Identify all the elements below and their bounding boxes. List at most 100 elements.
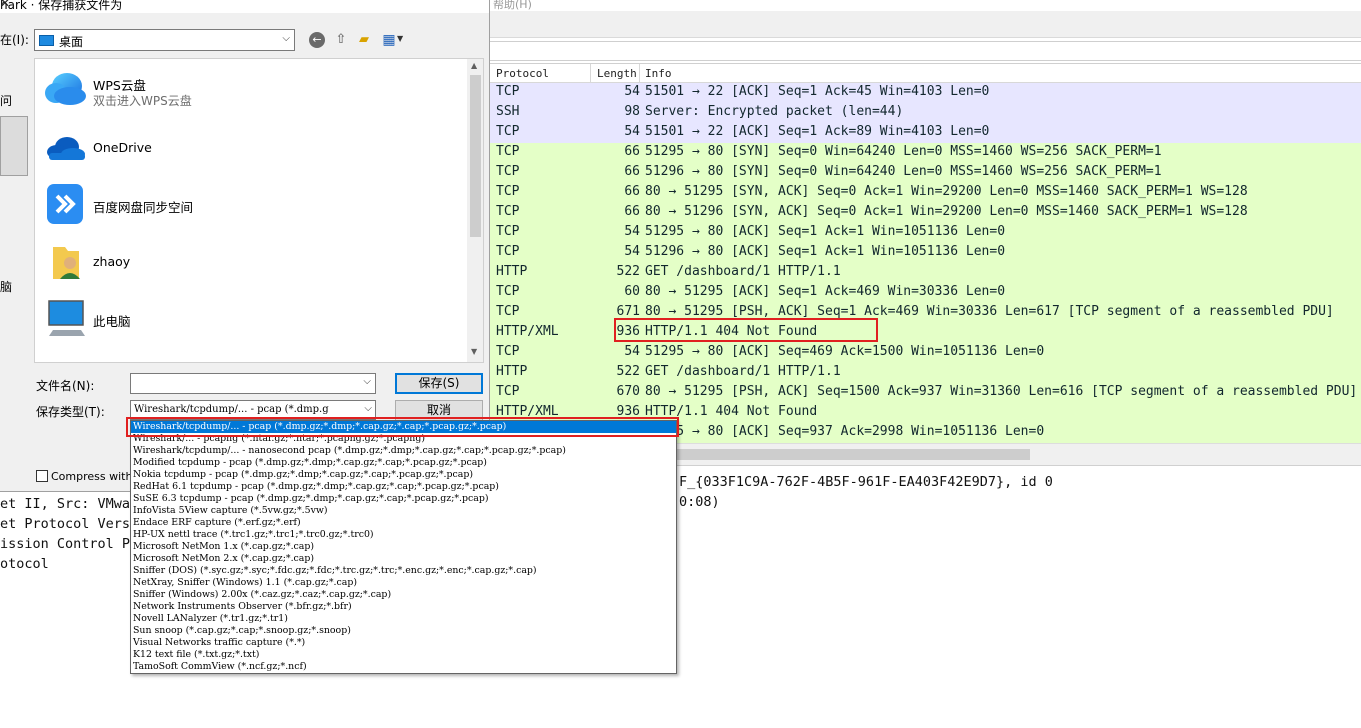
cancel-button[interactable]: 取消 (395, 400, 483, 421)
detail-ethernet[interactable]: et II, Src: VMwa (0, 496, 130, 512)
scroll-down-icon[interactable]: ▼ (471, 347, 477, 356)
column-protocol[interactable]: Protocol (496, 67, 549, 80)
filetype-option[interactable]: Sniffer (DOS) (*.syc.gz;*.syc;*.fdc.gz;*… (131, 565, 676, 577)
save-in-combo[interactable]: 桌面 ⌵ (34, 29, 295, 51)
packet-row[interactable]: TCP 54 51295 → 80 [ACK] Seq=1 Ack=1 Win=10… (490, 223, 1361, 243)
filename-input[interactable]: ⌵ (130, 373, 376, 394)
packet-length: 54 (624, 124, 640, 139)
packet-row[interactable]: TCP 66 80 → 51296 [SYN, ACK] Seq=0 Ack=1 W… (490, 203, 1361, 223)
display-filter-input[interactable] (490, 41, 1361, 61)
packet-row[interactable]: SSH 98 Server: Encrypted packet (len=44) (490, 103, 1361, 123)
save-button[interactable]: 保存(S) (395, 373, 483, 394)
packet-row[interactable]: TCP 54 51501 → 22 [ACK] Seq=1 Ack=89 Win=4… (490, 123, 1361, 143)
packet-row[interactable]: TCP 670 80 → 51295 [PSH, ACK] Seq=1500 Ack… (490, 383, 1361, 403)
up-folder-icon[interactable]: ⇧ (332, 31, 350, 49)
packet-row[interactable]: HTTP 522 GET /dashboard/1 HTTP/1.1 (490, 363, 1361, 383)
file-list-scrollbar[interactable]: ▲ ▼ (467, 59, 483, 362)
filetype-value: Wireshark/tcpdump/... - pcap (*.dmp.g (134, 404, 329, 415)
packet-row[interactable]: TCP 66 51296 → 80 [SYN] Seq=0 Win=64240 Le… (490, 163, 1361, 183)
detail-ip[interactable]: et Protocol Vers (0, 516, 130, 532)
filetype-option[interactable]: SuSE 6.3 tcpdump - pcap (*.dmp.gz;*.dmp;… (131, 493, 676, 505)
packet-row[interactable]: TCP 54 51295 → 80 [ACK] Seq=469 Ack=1500 W… (490, 343, 1361, 363)
filetype-option[interactable]: InfoVista 5View capture (*.5vw.gz;*.5vw) (131, 505, 676, 517)
list-item-user[interactable]: zhaoy (35, 233, 465, 289)
filetype-option[interactable]: Wireshark/... - pcapng (*.ntar.gz;*.ntar… (131, 433, 676, 445)
onedrive-icon (47, 137, 85, 160)
chevron-down-icon[interactable]: ⌵ (362, 403, 372, 414)
filetype-option[interactable]: Sniffer (Windows) 2.00x (*.caz.gz;*.caz;… (131, 589, 676, 601)
list-item-this-pc[interactable]: 此电脑 (35, 290, 465, 346)
detail-mac-suffix: 0:08) (679, 494, 720, 510)
close-icon[interactable]: ✕ (0, 0, 10, 10)
filetype-option[interactable]: Sun snoop (*.cap.gz;*.cap;*.snoop.gz;*.s… (131, 625, 676, 637)
packet-length: 54 (624, 224, 640, 239)
filetype-option[interactable]: Endace ERF capture (*.erf.gz;*.erf) (131, 517, 676, 529)
packet-info: Server: Encrypted packet (len=44) (645, 104, 904, 119)
packet-info: 51295 → 80 [ACK] Seq=937 Ack=2998 Win=10… (645, 424, 1045, 439)
filetype-option[interactable]: Microsoft NetMon 1.x (*.cap.gz;*.cap) (131, 541, 676, 553)
file-list[interactable]: WPS云盘 双击进入WPS云盘 OneDrive 百度网盘同步空间 zhaoy (34, 58, 484, 363)
packet-length: 66 (624, 204, 640, 219)
file-name: OneDrive (93, 140, 152, 155)
view-menu-icon[interactable]: ▦ (380, 31, 398, 49)
filetype-option[interactable]: Network Instruments Observer (*.bfr.gz;*… (131, 601, 676, 613)
packet-row[interactable]: HTTP/XML 936 HTTP/1.1 404 Not Found (490, 323, 1361, 343)
packet-protocol: HTTP/XML (496, 324, 559, 339)
new-folder-icon[interactable]: ▰ (355, 31, 373, 49)
compress-checkbox[interactable]: Compress with g (36, 470, 143, 483)
packet-protocol: TCP (496, 244, 520, 259)
caret-down-icon[interactable]: ▼ (397, 34, 403, 43)
detail-protocol[interactable]: otocol (0, 556, 49, 572)
packet-protocol: TCP (496, 204, 520, 219)
packet-row[interactable]: HTTP 522 GET /dashboard/1 HTTP/1.1 (490, 263, 1361, 283)
packet-row[interactable]: TCP 60 80 → 51295 [ACK] Seq=1 Ack=469 Win=… (490, 283, 1361, 303)
baidu-netdisk-icon (47, 184, 83, 224)
packet-row[interactable]: TCP 66 51295 → 80 [SYN] Seq=0 Win=64240 Le… (490, 143, 1361, 163)
packet-length: 66 (624, 184, 640, 199)
file-name: 此电脑 (93, 314, 131, 329)
filetype-option[interactable]: K12 text file (*.txt.gz;*.txt) (131, 649, 676, 661)
packet-length: 98 (624, 104, 640, 119)
scrollbar-thumb[interactable] (470, 75, 481, 237)
filetype-option[interactable]: RedHat 6.1 tcpdump - pcap (*.dmp.gz;*.dm… (131, 481, 676, 493)
chevron-down-icon[interactable]: ⌵ (363, 376, 371, 387)
filetype-option[interactable]: Wireshark/tcpdump/... - pcap (*.dmp.gz;*… (131, 421, 676, 433)
filetype-option[interactable]: Nokia tcpdump - pcap (*.dmp.gz;*.dmp;*.c… (131, 469, 676, 481)
checkbox-box[interactable] (36, 470, 48, 482)
filetype-option[interactable]: HP-UX nettl trace (*.trc1.gz;*.trc1;*.tr… (131, 529, 676, 541)
save-in-label: 在(I): (0, 33, 29, 47)
packet-info: GET /dashboard/1 HTTP/1.1 (645, 364, 841, 379)
places-item-computer[interactable]: 脑 (0, 278, 12, 295)
list-item-folder[interactable] (35, 347, 465, 362)
detail-tcp[interactable]: ission Control P (0, 536, 130, 552)
column-length[interactable]: Length (597, 67, 637, 80)
list-item-baidu[interactable]: 百度网盘同步空间 (35, 176, 465, 232)
filetype-dropdown-list[interactable]: Wireshark/tcpdump/... - pcap (*.dmp.gz;*… (130, 420, 677, 674)
back-icon[interactable]: ← (309, 32, 325, 48)
scroll-up-icon[interactable]: ▲ (471, 61, 477, 70)
packet-protocol: TCP (496, 124, 520, 139)
list-item-onedrive[interactable]: OneDrive (35, 119, 465, 175)
places-item-desktop[interactable] (0, 116, 28, 176)
filetype-option[interactable]: Wireshark/tcpdump/... - nanosecond pcap … (131, 445, 676, 457)
packet-row[interactable]: TCP 54 51296 → 80 [ACK] Seq=1 Ack=1 Win=10… (490, 243, 1361, 263)
filetype-option[interactable]: NetXray, Sniffer (Windows) 1.1 (*.cap.gz… (131, 577, 676, 589)
list-item-wps[interactable]: WPS云盘 双击进入WPS云盘 (35, 61, 465, 117)
filetype-option[interactable]: Modified tcpdump - pcap (*.dmp.gz;*.dmp;… (131, 457, 676, 469)
menu-help[interactable]: 帮助(H) (493, 0, 532, 11)
filetype-option[interactable]: Novell LANalyzer (*.tr1.gz;*.tr1) (131, 613, 676, 625)
filetype-select[interactable]: Wireshark/tcpdump/... - pcap (*.dmp.g ⌵ (130, 400, 376, 420)
packet-info: 51295 → 80 [SYN] Seq=0 Win=64240 Len=0 M… (645, 144, 1162, 159)
filetype-option[interactable]: Visual Networks traffic capture (*.*) (131, 637, 676, 649)
packet-row[interactable]: TCP 671 80 → 51295 [PSH, ACK] Seq=1 Ack=46… (490, 303, 1361, 323)
filetype-option[interactable]: Microsoft NetMon 2.x (*.cap.gz;*.cap) (131, 553, 676, 565)
packet-row[interactable]: TCP 54 51501 → 22 [ACK] Seq=1 Ack=45 Win=4… (490, 83, 1361, 103)
packet-row[interactable]: TCP 66 80 → 51295 [SYN, ACK] Seq=0 Ack=1 W… (490, 183, 1361, 203)
column-info[interactable]: Info (645, 67, 672, 80)
packet-protocol: SSH (496, 104, 520, 119)
filetype-option[interactable]: TamoSoft CommView (*.ncf.gz;*.ncf) (131, 661, 676, 673)
places-item-recent[interactable]: 问 (0, 92, 12, 109)
packet-list[interactable]: TCP 54 51501 → 22 [ACK] Seq=1 Ack=45 Win=4… (490, 83, 1361, 443)
file-subtitle: 双击进入WPS云盘 (93, 94, 192, 108)
packet-length: 54 (624, 84, 640, 99)
